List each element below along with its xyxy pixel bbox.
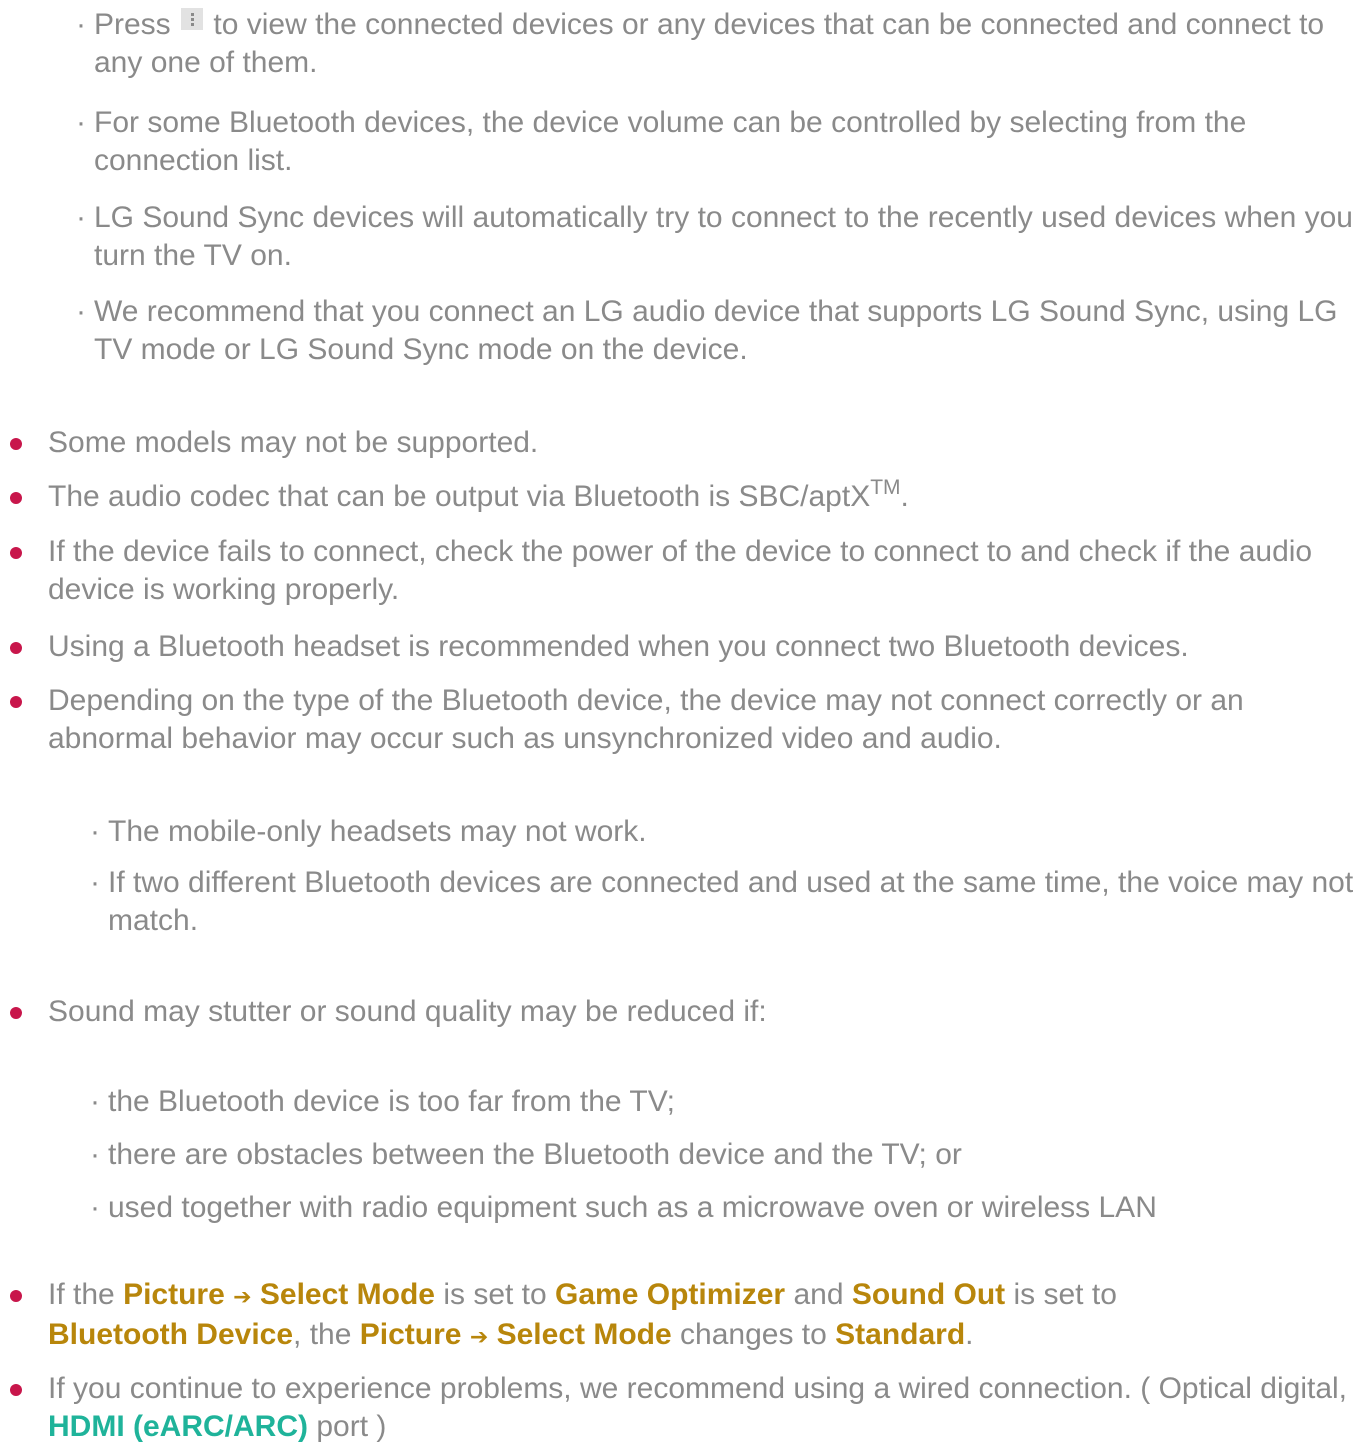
menu-path-select-mode: Select Mode [259, 1278, 435, 1311]
list-item-text: The audio codec that can be output via B… [48, 480, 871, 513]
sub-marker: · [90, 1191, 100, 1224]
sub-item-text: For some Bluetooth devices, the device v… [94, 106, 1247, 177]
list-item: If you continue to experience problems, … [10, 1370, 1353, 1446]
list-item: The audio codec that can be output via B… [10, 476, 1353, 516]
list-item-text: If the [48, 1278, 115, 1311]
list-item-text: Sound may stutter or sound quality may b… [48, 995, 767, 1028]
sub-item: · used together with radio equipment suc… [90, 1189, 1358, 1227]
arrow-right-icon: ➔ [233, 1284, 252, 1309]
sub-item: · If two different Bluetooth devices are… [90, 864, 1358, 940]
sub-item-text: The mobile-only headsets may not work. [108, 815, 647, 848]
list-item: Depending on the type of the Bluetooth d… [10, 682, 1353, 758]
more-vertical-icon [181, 8, 204, 30]
trademark-sup: TM [870, 476, 901, 499]
sub-item-text: there are obstacles between the Bluetoot… [108, 1138, 962, 1171]
list-item-text: is set to [443, 1278, 547, 1311]
sub-item-text: We recommend that you connect an LG audi… [94, 295, 1338, 366]
menu-path-picture: Picture [359, 1318, 462, 1351]
sub-marker: · [90, 815, 100, 848]
menu-value-game-optimizer: Game Optimizer [555, 1278, 786, 1311]
list-item-text: Some models may not be supported. [48, 426, 539, 459]
list-item-text: . [900, 480, 909, 513]
sub-item: · there are obstacles between the Blueto… [90, 1136, 1358, 1174]
list-item-text: Using a Bluetooth headset is recommended… [48, 630, 1189, 663]
sub-item-volume: · For some Bluetooth devices, the device… [76, 104, 1364, 180]
list-item-text: If you continue to experience problems, … [48, 1372, 1348, 1405]
sub-marker: · [76, 106, 86, 139]
sub-item-text: to view the connected devices or any dev… [94, 8, 1325, 79]
sub-item-press-more: · Press to view the connected devices or… [76, 6, 1364, 82]
hdmi-earc-arc-link[interactable]: HDMI (eARC/ARC) [48, 1410, 308, 1443]
list-item: Using a Bluetooth headset is recommended… [10, 628, 1353, 666]
list-item-text: is set to [1013, 1278, 1117, 1311]
menu-path-picture: Picture [123, 1278, 225, 1311]
sub-item-text: If two different Bluetooth devices are c… [108, 866, 1354, 937]
sub-marker: · [90, 866, 100, 899]
bullet-dot [10, 1007, 22, 1019]
sub-item-text: used together with radio equipment such … [108, 1191, 1157, 1224]
bullet-dot [10, 492, 22, 504]
sub-marker: · [76, 201, 86, 234]
sub-marker: · [76, 8, 86, 41]
list-item-text: If the device fails to connect, check th… [48, 535, 1313, 606]
sub-marker: · [76, 295, 86, 328]
sub-marker: · [90, 1138, 100, 1171]
list-item-text: , the [293, 1318, 352, 1351]
sub-item-text: LG Sound Sync devices will automatically… [94, 201, 1353, 272]
sub-item-sound-sync-recommend: · We recommend that you connect an LG au… [76, 293, 1364, 369]
list-item: If the device fails to connect, check th… [10, 533, 1353, 609]
sub-item-text: Press [94, 8, 171, 41]
bullet-dot [10, 547, 22, 559]
list-item: If the Picture ➔ Select Mode is set to G… [10, 1276, 1353, 1356]
list-item: Some models may not be supported. [10, 424, 1353, 462]
menu-value-standard: Standard [835, 1318, 966, 1351]
list-item-text: port ) [316, 1410, 387, 1443]
menu-value-bluetooth-device: Bluetooth Device [48, 1318, 294, 1351]
list-item-text: Depending on the type of the Bluetooth d… [48, 684, 1244, 755]
bullet-dot [10, 696, 22, 708]
list-item-text: changes to [680, 1318, 827, 1351]
bullet-dot [10, 1384, 22, 1396]
arrow-right-icon: ➔ [469, 1324, 489, 1349]
list-item: Sound may stutter or sound quality may b… [10, 993, 1353, 1031]
bullet-dot [10, 642, 22, 654]
bullet-dot [10, 438, 22, 450]
list-item-text: and [793, 1278, 844, 1311]
menu-path-sound-out: Sound Out [851, 1278, 1006, 1311]
sub-item: · the Bluetooth device is too far from t… [90, 1083, 1358, 1121]
bullet-dot [10, 1290, 22, 1302]
sub-marker: · [90, 1085, 100, 1118]
sub-item-sound-sync-auto: · LG Sound Sync devices will automatical… [76, 199, 1364, 275]
sub-item-text: the Bluetooth device is too far from the… [108, 1085, 675, 1118]
list-item-text: . [965, 1318, 974, 1351]
sub-item: · The mobile-only headsets may not work. [90, 813, 1358, 851]
menu-path-select-mode: Select Mode [496, 1318, 672, 1351]
